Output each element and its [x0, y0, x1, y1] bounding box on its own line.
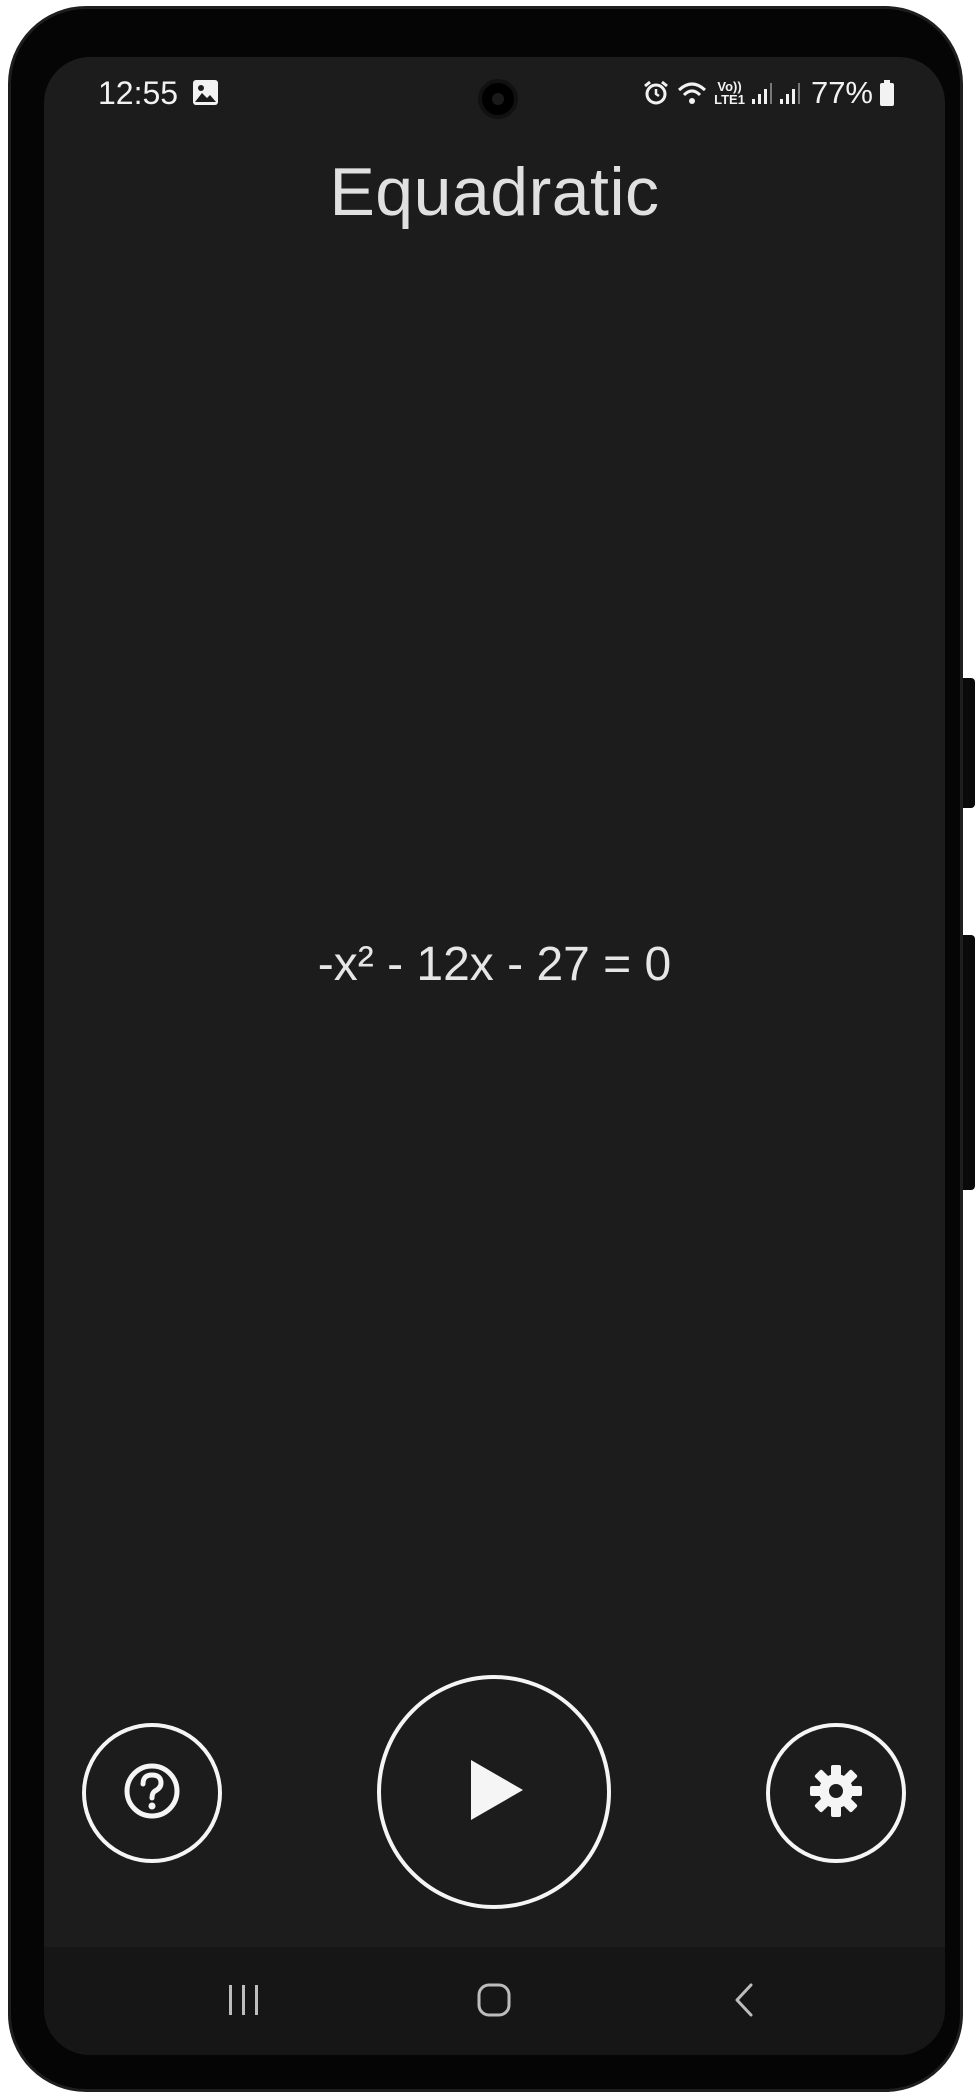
help-circle-icon — [122, 1761, 182, 1826]
home-button[interactable] — [464, 1977, 524, 2027]
phone-side-button-upper — [963, 678, 975, 808]
battery-percent: 77% — [810, 75, 873, 110]
help-button[interactable] — [82, 1723, 222, 1863]
back-icon — [732, 1982, 756, 2023]
alarm-icon — [642, 79, 670, 107]
settings-button[interactable] — [766, 1723, 906, 1863]
battery-icon — [879, 79, 895, 107]
play-icon — [459, 1755, 529, 1830]
wifi-icon — [676, 79, 708, 107]
recent-apps-icon — [226, 1983, 262, 2022]
recent-apps-button[interactable] — [214, 1977, 274, 2027]
status-icons: Vo)) LTE1 77% — [642, 73, 895, 113]
signal-icon — [751, 81, 773, 105]
front-camera — [478, 79, 518, 119]
lte-label: LTE1 — [714, 92, 745, 107]
app-title: Equadratic — [329, 154, 660, 230]
screen: 12:55 Vo)) LTE1 77% Equadratic -x² - 12x… — [44, 57, 945, 2055]
gear-icon — [806, 1761, 866, 1826]
phone-frame: 12:55 Vo)) LTE1 77% Equadratic -x² - 12x… — [8, 6, 963, 2092]
back-button[interactable] — [714, 1977, 774, 2027]
status-time: 12:55 — [98, 75, 179, 111]
phone-side-button-lower — [963, 935, 975, 1190]
navigation-bar — [44, 1947, 945, 2055]
signal-icon-secondary — [779, 81, 801, 105]
status-bar: 12:55 Vo)) LTE1 77% — [44, 57, 945, 127]
gallery-icon — [192, 79, 219, 106]
play-button[interactable] — [377, 1675, 611, 1909]
lte-indicator: Vo)) LTE1 — [714, 80, 745, 106]
equation-text: -x² - 12x - 27 = 0 — [317, 938, 672, 991]
home-icon — [476, 1982, 512, 2023]
